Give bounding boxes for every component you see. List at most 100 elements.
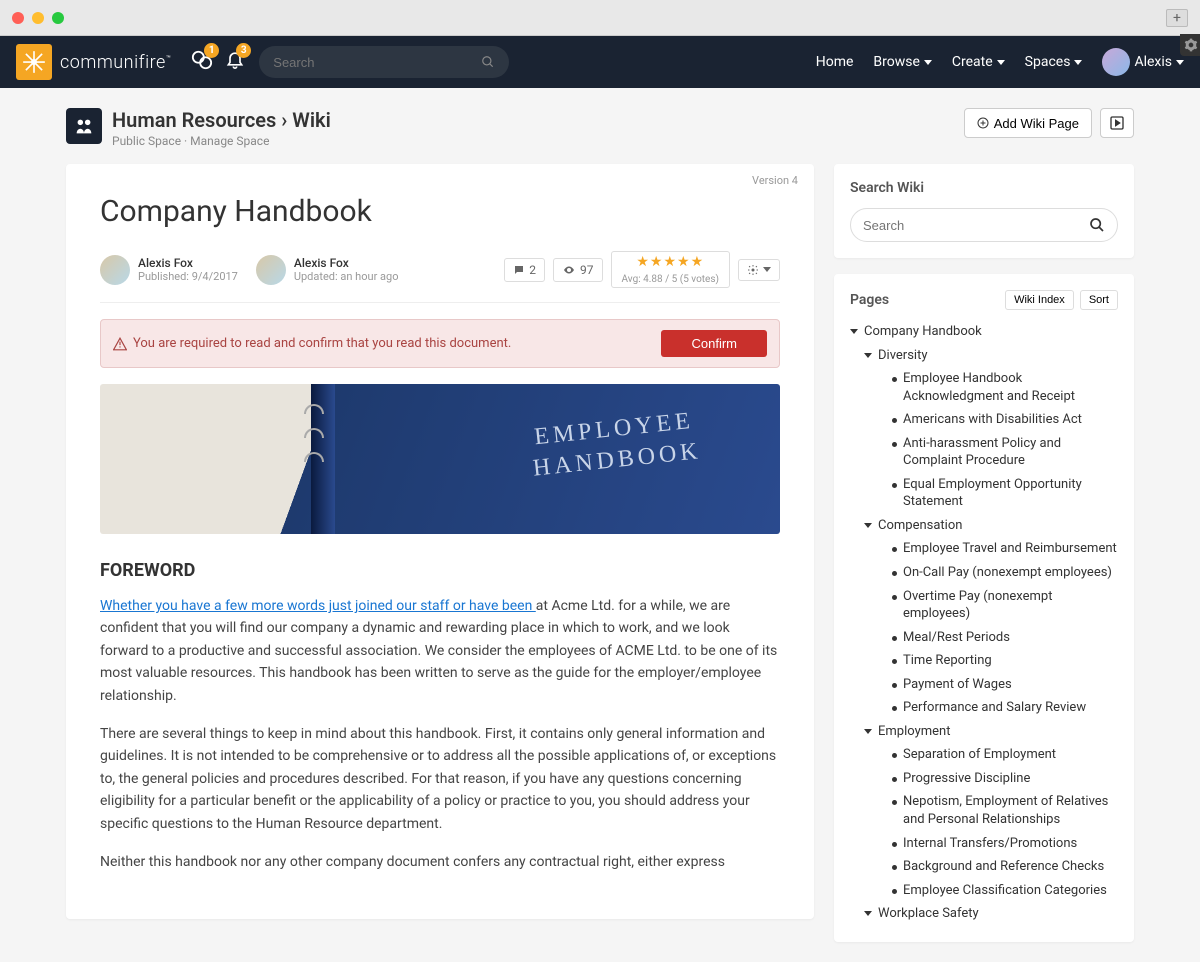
space-icon[interactable] bbox=[66, 108, 102, 144]
logo-icon[interactable] bbox=[16, 44, 52, 80]
breadcrumb: Human Resources › Wiki bbox=[112, 108, 331, 132]
nav-home[interactable]: Home bbox=[816, 54, 854, 70]
paragraph: There are several things to keep in mind… bbox=[100, 723, 780, 835]
tree-section[interactable]: Diversity bbox=[864, 344, 1118, 368]
tree-page[interactable]: Equal Employment Opportunity Statement bbox=[892, 473, 1118, 514]
tree-page[interactable]: Performance and Salary Review bbox=[892, 696, 1118, 720]
tree-page[interactable]: Background and Reference Checks bbox=[892, 855, 1118, 879]
bullet-icon bbox=[892, 418, 897, 423]
bullet-icon bbox=[892, 442, 897, 447]
chevron-down-icon bbox=[1074, 60, 1082, 65]
global-search[interactable] bbox=[259, 46, 509, 78]
bell-icon[interactable]: 3 bbox=[225, 49, 245, 75]
content-card: Version 4 Company Handbook Alexis Fox Pu… bbox=[66, 164, 814, 919]
tree-page[interactable]: Nepotism, Employment of Relatives and Pe… bbox=[892, 790, 1118, 831]
tree-page[interactable]: Separation of Employment bbox=[892, 743, 1118, 767]
foreword-heading: FOREWORD bbox=[100, 560, 780, 581]
views-count: 97 bbox=[553, 258, 603, 282]
bullet-icon bbox=[892, 800, 897, 805]
nav-spaces[interactable]: Spaces bbox=[1025, 54, 1083, 70]
bullet-icon bbox=[892, 777, 897, 782]
warning-icon bbox=[113, 337, 127, 351]
bullet-icon bbox=[892, 547, 897, 552]
pages-card: Pages Wiki Index Sort Company HandbookDi… bbox=[834, 274, 1134, 942]
bullet-icon bbox=[892, 636, 897, 641]
window-zoom[interactable] bbox=[52, 12, 64, 24]
tree-page[interactable]: Meal/Rest Periods bbox=[892, 626, 1118, 650]
chevron-down-icon bbox=[997, 60, 1005, 65]
chevron-down-icon bbox=[924, 60, 932, 65]
tree-page[interactable]: Progressive Discipline bbox=[892, 767, 1118, 791]
avatar bbox=[1102, 48, 1130, 76]
tree-section[interactable]: Compensation bbox=[864, 514, 1118, 538]
caret-icon bbox=[864, 523, 872, 528]
caret-icon bbox=[864, 353, 872, 358]
pages-tree: Company HandbookDiversityEmployee Handbo… bbox=[850, 320, 1118, 926]
nav-create[interactable]: Create bbox=[952, 54, 1005, 70]
nav-browse[interactable]: Browse bbox=[873, 54, 931, 70]
tree-section[interactable]: Workplace Safety bbox=[864, 902, 1118, 926]
window-close[interactable] bbox=[12, 12, 24, 24]
tree-page[interactable]: Overtime Pay (nonexempt employees) bbox=[892, 585, 1118, 626]
version-label: Version 4 bbox=[752, 174, 798, 187]
gear-icon[interactable] bbox=[1180, 34, 1200, 56]
tree-page[interactable]: Payment of Wages bbox=[892, 673, 1118, 697]
sort-button[interactable]: Sort bbox=[1080, 290, 1118, 310]
top-nav: communifire™ 1 3 Home Browse Create Spac… bbox=[0, 36, 1200, 88]
eye-icon bbox=[562, 264, 576, 276]
bullet-icon bbox=[892, 483, 897, 488]
avatar bbox=[100, 255, 130, 285]
avatar bbox=[256, 255, 286, 285]
browser-chrome: + bbox=[0, 0, 1200, 36]
wiki-search[interactable] bbox=[850, 208, 1118, 242]
search-icon bbox=[1089, 217, 1105, 233]
page-title: Company Handbook bbox=[100, 194, 780, 229]
comments-count[interactable]: 2 bbox=[504, 258, 545, 282]
breadcrumb-sub: Public Space · Manage Space bbox=[112, 134, 331, 148]
author-updated[interactable]: Alexis Fox Updated: an hour ago bbox=[256, 255, 399, 285]
add-wiki-page-button[interactable]: Add Wiki Page bbox=[964, 108, 1092, 138]
hero-image: EMPLOYEEHANDBOOK bbox=[100, 384, 780, 534]
gear-icon bbox=[747, 264, 759, 276]
page-header: Human Resources › Wiki Public Space · Ma… bbox=[66, 108, 1134, 148]
bullet-icon bbox=[892, 595, 897, 600]
tree-page[interactable]: Americans with Disabilities Act bbox=[892, 408, 1118, 432]
chevron-down-icon bbox=[1176, 60, 1184, 65]
bullet-icon bbox=[892, 865, 897, 870]
comment-icon bbox=[513, 264, 525, 276]
paragraph: Neither this handbook nor any other comp… bbox=[100, 851, 780, 873]
tree-root-item[interactable]: Company Handbook bbox=[850, 320, 1118, 344]
tree-page[interactable]: Employee Classification Categories bbox=[892, 879, 1118, 903]
wiki-search-input[interactable] bbox=[863, 218, 1089, 233]
search-input[interactable] bbox=[273, 55, 481, 70]
caret-icon bbox=[864, 911, 872, 916]
tree-section[interactable]: Employment bbox=[864, 720, 1118, 744]
bullet-icon bbox=[892, 889, 897, 894]
foreword-link[interactable]: Whether you have a few more words just j… bbox=[100, 598, 536, 614]
tree-page[interactable]: Time Reporting bbox=[892, 649, 1118, 673]
bullet-icon bbox=[892, 683, 897, 688]
manage-space-link[interactable]: Manage Space bbox=[190, 134, 269, 148]
chat-icon[interactable]: 1 bbox=[191, 49, 213, 75]
play-box-icon bbox=[1109, 115, 1125, 131]
wiki-index-button[interactable]: Wiki Index bbox=[1005, 290, 1074, 310]
tree-page[interactable]: On-Call Pay (nonexempt employees) bbox=[892, 561, 1118, 585]
new-tab-button[interactable]: + bbox=[1166, 9, 1188, 27]
bullet-icon bbox=[892, 706, 897, 711]
expand-button[interactable] bbox=[1100, 108, 1134, 138]
author-published[interactable]: Alexis Fox Published: 9/4/2017 bbox=[100, 255, 238, 285]
more-options-button[interactable] bbox=[738, 259, 780, 281]
rating-box[interactable]: ★★★★★ Avg: 4.88 / 5 (5 votes) bbox=[611, 251, 730, 288]
bullet-icon bbox=[892, 571, 897, 576]
tree-page[interactable]: Employee Travel and Reimbursement bbox=[892, 537, 1118, 561]
search-wiki-title: Search Wiki bbox=[850, 180, 1118, 196]
chevron-down-icon bbox=[763, 267, 771, 272]
tree-page[interactable]: Internal Transfers/Promotions bbox=[892, 832, 1118, 856]
window-minimize[interactable] bbox=[32, 12, 44, 24]
confirm-button[interactable]: Confirm bbox=[661, 330, 767, 357]
tree-page[interactable]: Employee Handbook Acknowledgment and Rec… bbox=[892, 367, 1118, 408]
user-menu[interactable]: Alexis bbox=[1102, 48, 1184, 76]
tree-page[interactable]: Anti-harassment Policy and Complaint Pro… bbox=[892, 432, 1118, 473]
plus-icon bbox=[977, 117, 989, 129]
bullet-icon bbox=[892, 659, 897, 664]
